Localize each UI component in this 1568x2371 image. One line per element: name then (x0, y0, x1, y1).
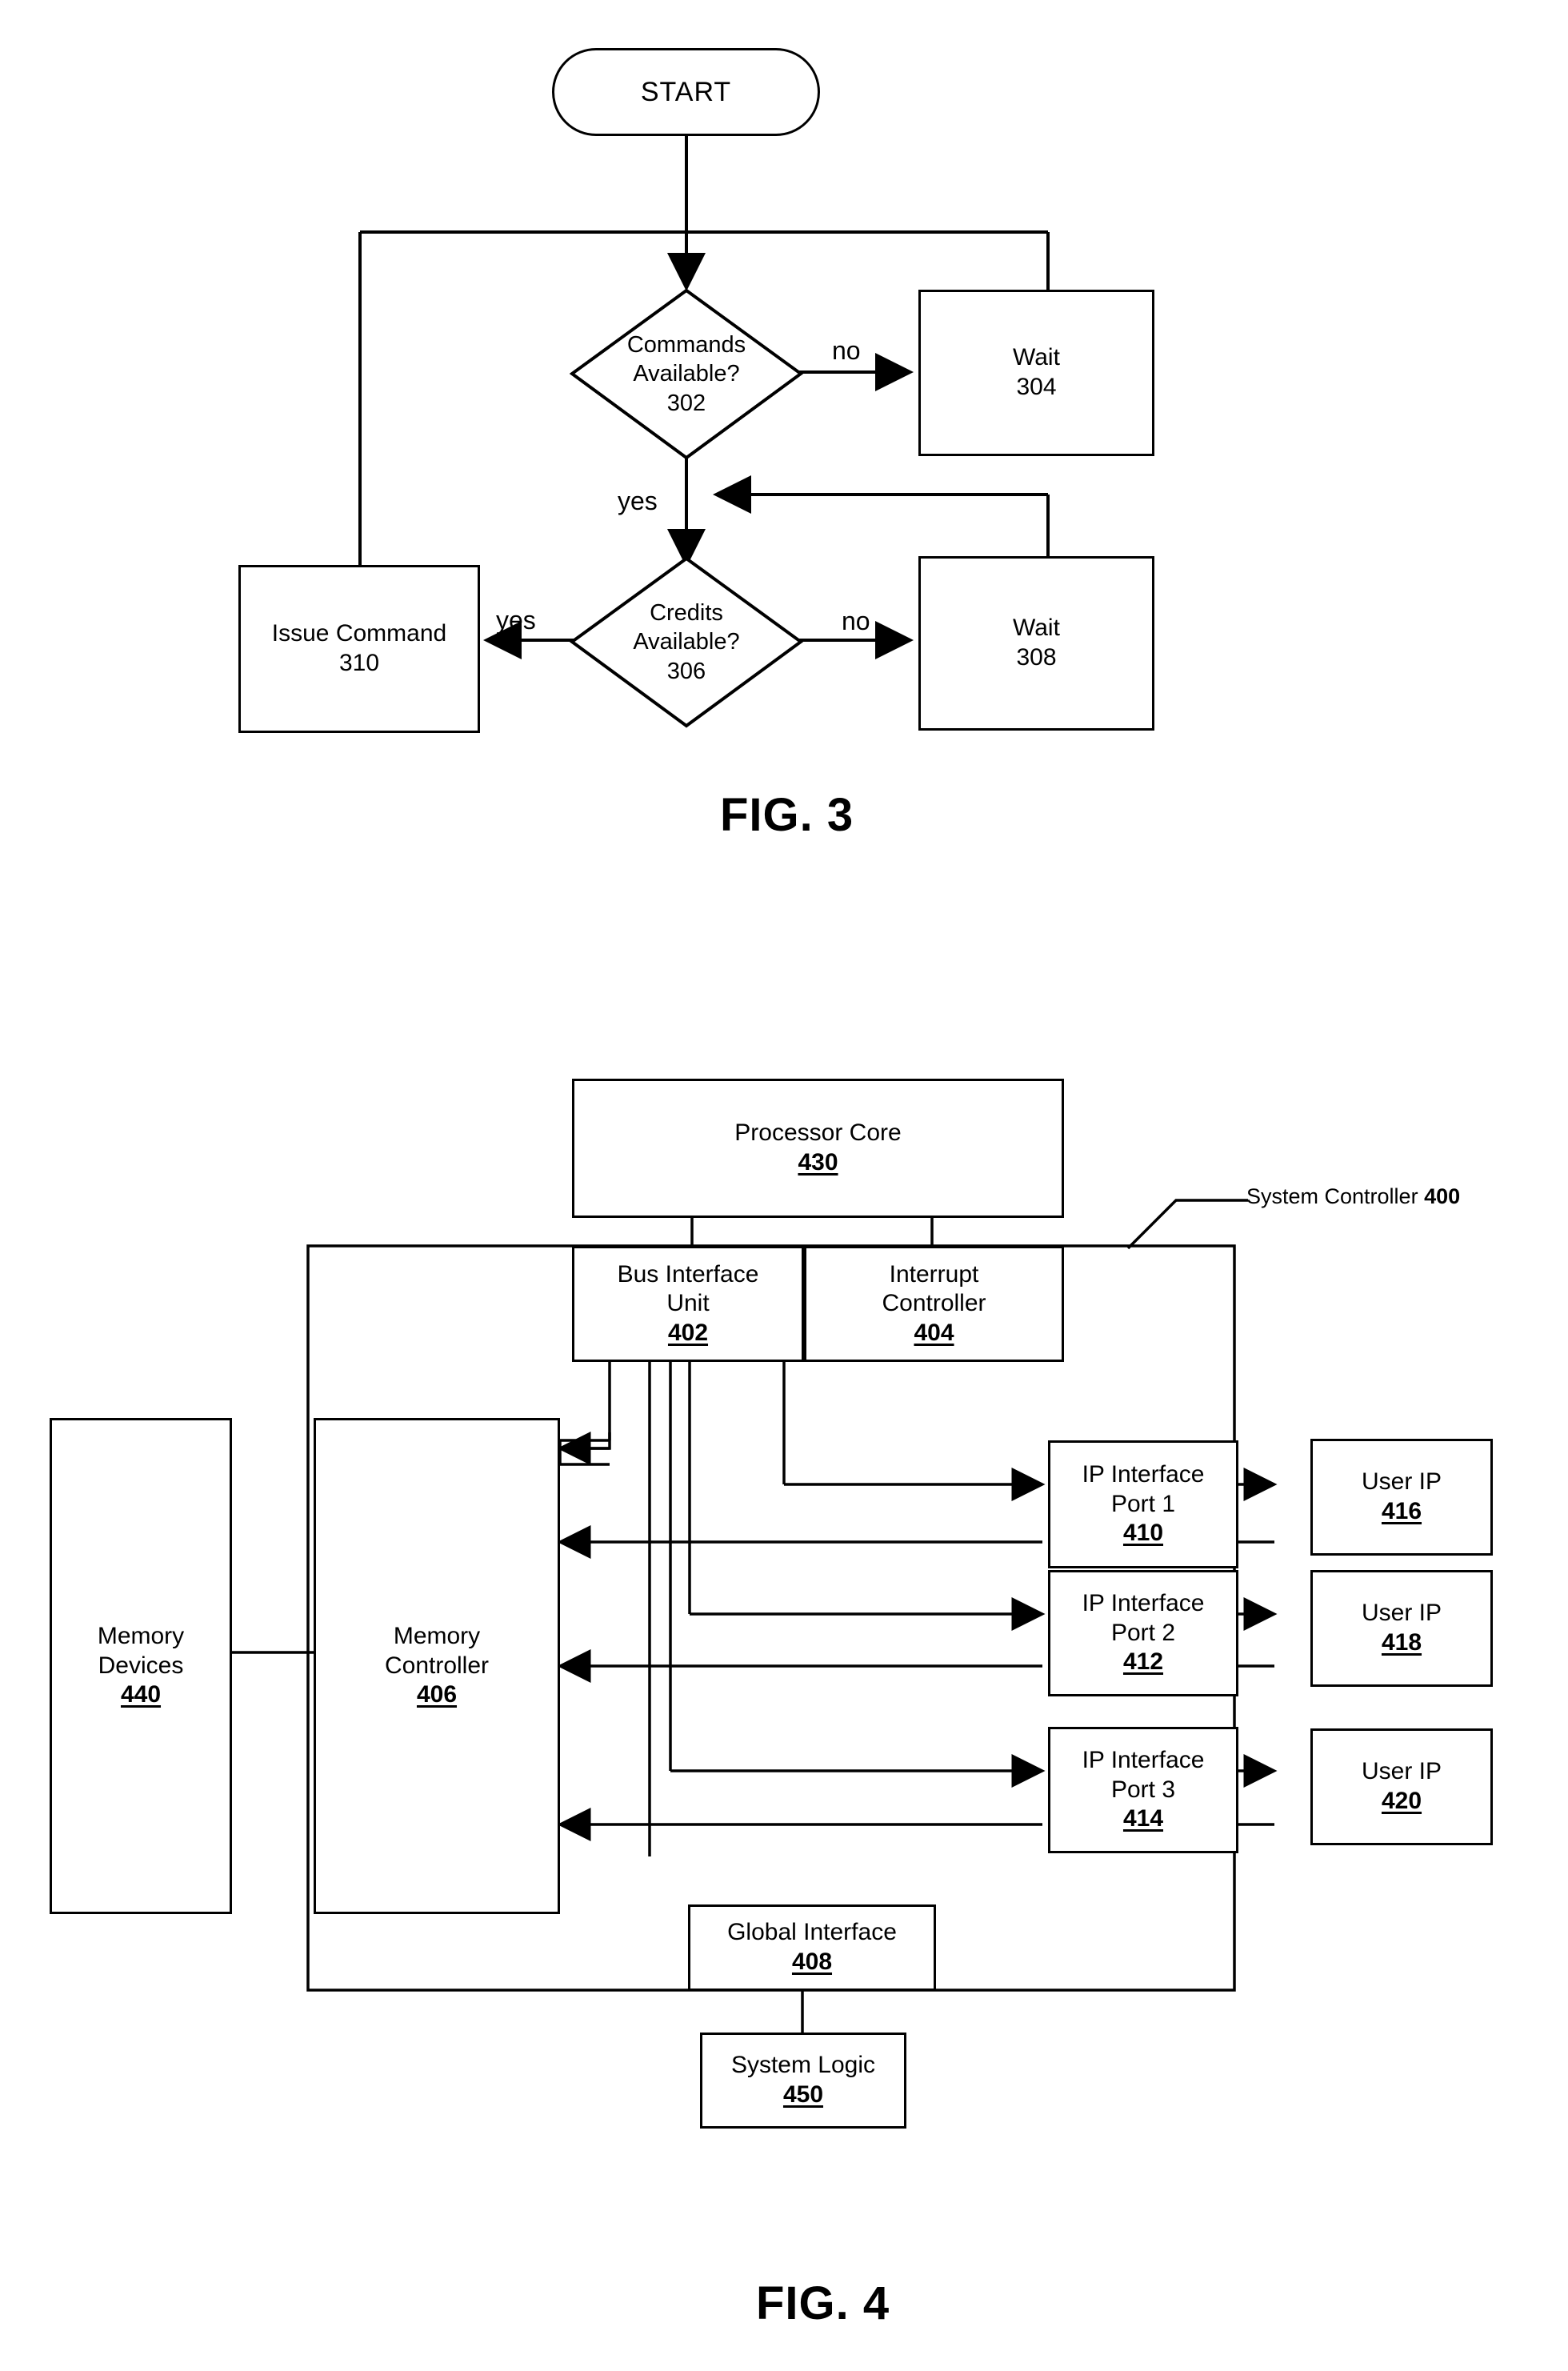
node-label-line1: Issue Command (271, 620, 447, 647)
node-ref: 310 (338, 650, 380, 676)
node-label-line2: Controller (384, 1652, 490, 1679)
node-ref: 412 (1122, 1648, 1164, 1676)
node-ref: 418 (1381, 1629, 1422, 1656)
callout-system-controller-400: System Controller 400 (1246, 1184, 1460, 1209)
node-credits-available: Credits Available? 306 (570, 556, 803, 728)
node-label-line1: IP Interface (1082, 1590, 1205, 1617)
node-ref: 430 (798, 1149, 838, 1175)
node-commands-available: Commands Available? 302 (570, 288, 803, 460)
node-ref: 404 (914, 1319, 954, 1346)
node-ref: 420 (1381, 1788, 1422, 1814)
node-ip-interface-port-1-410: IP Interface Port 1 410 (1048, 1440, 1238, 1568)
node-label-line2: Port 3 (1110, 1776, 1176, 1803)
node-system-logic-450: System Logic 450 (700, 2033, 906, 2129)
node-label-line1: Memory (97, 1623, 185, 1650)
node-label-line1: Wait (1013, 615, 1060, 642)
node-global-interface-408: Global Interface 408 (688, 1904, 936, 1991)
node-label-line2: Port 1 (1110, 1490, 1176, 1517)
callout-text: System Controller (1246, 1184, 1425, 1208)
node-ref: 402 (667, 1319, 709, 1346)
node-ref: 408 (791, 1948, 833, 1975)
node-label-line1: User IP (1361, 1600, 1442, 1627)
node-label-line2: Unit (666, 1290, 710, 1317)
node-label-line1: Processor Core (734, 1119, 902, 1147)
node-memory-devices-440: Memory Devices 440 (50, 1418, 232, 1914)
node-ref: 440 (120, 1681, 162, 1708)
figure-caption-fig4: FIG. 4 (756, 2277, 890, 2329)
node-label-line2: Devices (98, 1652, 184, 1679)
node-ref: 308 (1016, 644, 1057, 671)
node-wait-304: Wait 304 (918, 290, 1154, 456)
node-label-line1: User IP (1361, 1758, 1442, 1785)
edge-label-commands-no: no (832, 336, 861, 365)
node-ref: 450 (782, 2081, 824, 2108)
node-processor-core-430: Processor Core 430 (572, 1079, 1064, 1218)
node-label-line2: Port 2 (1110, 1619, 1176, 1646)
node-ref: 414 (1122, 1805, 1164, 1832)
callout-ref: 400 (1424, 1184, 1461, 1208)
node-ref: 406 (416, 1681, 458, 1708)
node-user-ip-420: User IP 420 (1310, 1728, 1493, 1845)
node-label-line1: IP Interface (1082, 1461, 1205, 1488)
node-user-ip-418: User IP 418 (1310, 1570, 1493, 1687)
node-label-line1: Bus Interface (617, 1260, 759, 1288)
node-user-ip-416: User IP 416 (1310, 1439, 1493, 1556)
node-bus-interface-unit-402: Bus Interface Unit 402 (572, 1246, 804, 1362)
node-wait-308: Wait 308 (918, 556, 1154, 731)
node-ref: 304 (1016, 374, 1057, 400)
node-label-line1: User IP (1361, 1468, 1442, 1496)
node-memory-controller-406: Memory Controller 406 (314, 1418, 560, 1914)
node-label-line1: IP Interface (1082, 1747, 1205, 1774)
node-start-label: START (640, 76, 732, 107)
node-start: START (552, 48, 820, 136)
edge-label-credits-yes: yes (496, 606, 536, 635)
node-label-line1: Wait (1013, 344, 1060, 371)
edge-label-credits-no: no (842, 607, 870, 635)
node-ip-interface-port-2-412: IP Interface Port 2 412 (1048, 1570, 1238, 1696)
node-label-line1: Interrupt (889, 1260, 979, 1288)
node-interrupt-controller-404: Interrupt Controller 404 (804, 1246, 1064, 1362)
node-label-line1: Global Interface (727, 1919, 897, 1946)
node-label-line1: System Logic (730, 2052, 876, 2079)
edge-label-commands-yes: yes (618, 487, 658, 515)
node-ref: 416 (1381, 1498, 1422, 1524)
node-ip-interface-port-3-414: IP Interface Port 3 414 (1048, 1727, 1238, 1853)
node-label-line2: Controller (882, 1290, 986, 1317)
patent-drawing-sheet: START Commands Available? 302 Wait 304 C… (0, 0, 1568, 2371)
figure-caption-fig3: FIG. 3 (720, 789, 854, 841)
node-ref: 410 (1122, 1520, 1164, 1547)
node-issue-command-310: Issue Command 310 (238, 565, 480, 733)
node-label-line1: Memory (393, 1623, 481, 1650)
